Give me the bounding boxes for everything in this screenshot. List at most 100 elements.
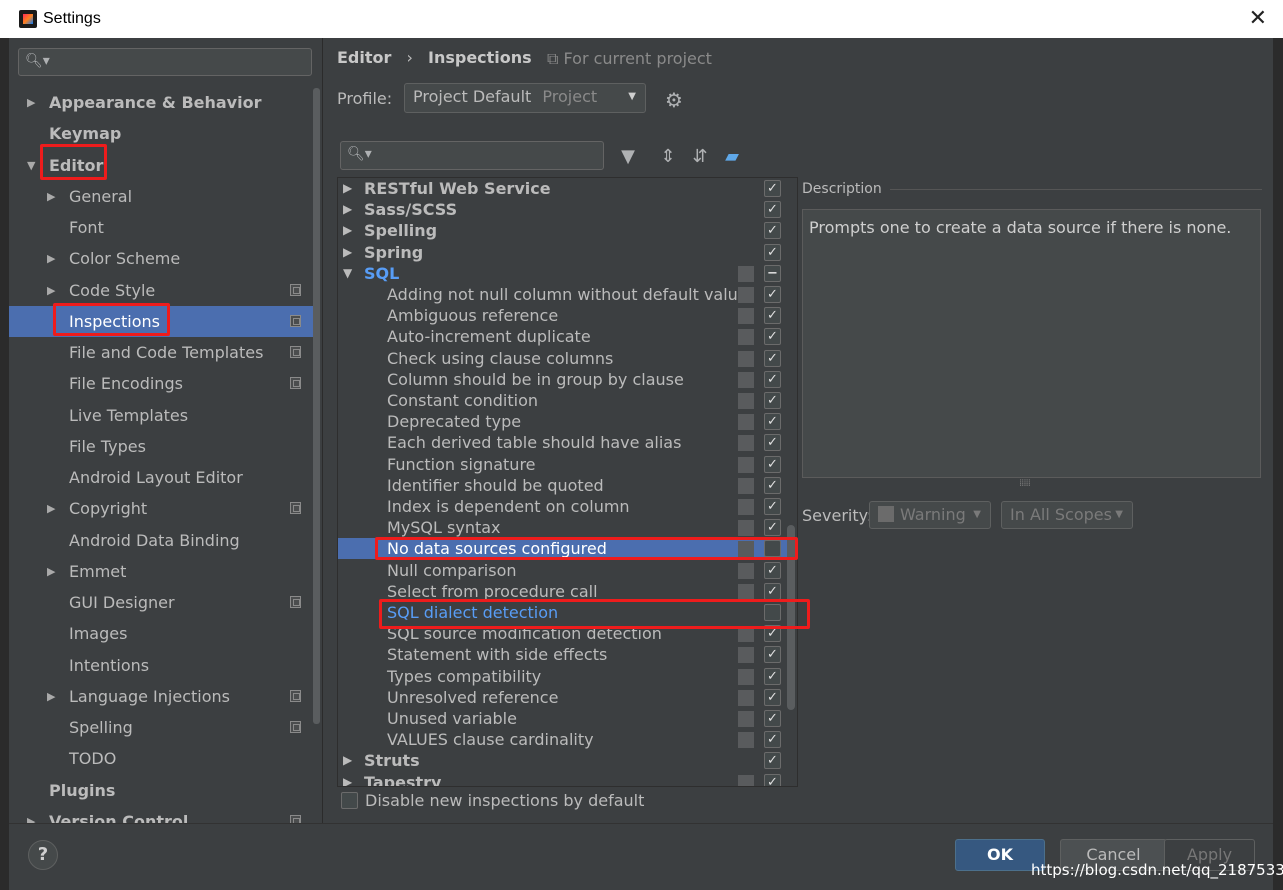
sidebar-item-editor[interactable]: ▼ Editor xyxy=(9,150,313,181)
inspection-enabled-checkbox[interactable]: ✓ xyxy=(764,201,781,219)
inspection-group-row[interactable]: ▼ SQL − xyxy=(338,263,797,284)
inspection-group-row[interactable]: ▶ Sass/SCSS ✓ xyxy=(338,199,797,220)
inspection-enabled-checkbox[interactable]: ✓ xyxy=(764,434,781,452)
inspection-enabled-checkbox[interactable]: ✓ xyxy=(764,731,781,749)
inspection-enabled-checkbox[interactable]: ✓ xyxy=(764,646,781,664)
collapse-all-icon[interactable]: ⇵ xyxy=(689,146,711,167)
checkbox-box[interactable] xyxy=(341,792,358,809)
inspection-enabled-checkbox[interactable]: ✓ xyxy=(764,307,781,325)
inspection-row[interactable]: Function signature ✓ xyxy=(338,454,797,475)
inspection-enabled-checkbox[interactable]: ✓ xyxy=(764,582,781,600)
inspection-enabled-checkbox[interactable]: ✓ xyxy=(764,476,781,494)
sidebar-item-language-injections[interactable]: ▶ Language Injections xyxy=(9,681,313,712)
inspection-enabled-checkbox[interactable]: ✓ xyxy=(764,498,781,515)
inspection-row[interactable]: MySQL syntax ✓ xyxy=(338,517,797,538)
inspection-enabled-checkbox[interactable]: ✓ xyxy=(764,222,781,240)
collapsed-arrow-icon[interactable]: ▶ xyxy=(27,87,35,118)
inspection-group-row[interactable]: ▶ Spring ✓ xyxy=(338,242,797,263)
sidebar-item-version-control[interactable]: ▶ Version Control xyxy=(9,806,313,823)
expanded-arrow-icon[interactable]: ▼ xyxy=(27,150,35,181)
splitter-handle[interactable]: ⁞⁞⁞⁞⁞ xyxy=(1019,478,1031,489)
inspection-row[interactable]: Null comparison ✓ xyxy=(338,560,797,581)
sidebar-item-spelling[interactable]: Spelling xyxy=(9,712,313,743)
inspection-enabled-checkbox[interactable]: ✓ xyxy=(764,180,781,197)
inspection-enabled-checkbox[interactable]: ✓ xyxy=(764,561,781,579)
filter-icon[interactable]: ▼ xyxy=(617,146,639,167)
inspection-row[interactable]: No data sources configured xyxy=(338,538,797,560)
inspection-enabled-checkbox[interactable]: ✓ xyxy=(764,243,781,261)
severity-dropdown[interactable]: Warning ▼ xyxy=(869,501,991,529)
inspection-enabled-checkbox[interactable]: ✓ xyxy=(764,773,781,786)
inspection-enabled-checkbox[interactable]: ✓ xyxy=(764,413,781,431)
inspection-enabled-checkbox[interactable]: ✓ xyxy=(764,625,781,643)
collapsed-arrow-icon[interactable]: ▶ xyxy=(47,556,55,587)
sidebar-item-copyright[interactable]: ▶ Copyright xyxy=(9,493,313,524)
eraser-icon[interactable]: ▰ xyxy=(721,146,743,167)
inspection-enabled-checkbox[interactable]: ✓ xyxy=(764,519,781,537)
disable-new-inspections-checkbox[interactable]: Disable new inspections by default xyxy=(341,791,644,810)
inspection-row[interactable]: Types compatibility ✓ xyxy=(338,666,797,687)
inspection-row[interactable]: Identifier should be quoted ✓ xyxy=(338,475,797,496)
scope-dropdown[interactable]: In All Scopes ▼ xyxy=(1001,501,1133,529)
sidebar-item-plugins[interactable]: Plugins xyxy=(9,775,313,806)
collapsed-arrow-icon[interactable]: ▶ xyxy=(47,681,55,712)
inspection-enabled-checkbox[interactable]: ✓ xyxy=(764,349,781,367)
sidebar-item-intentions[interactable]: Intentions xyxy=(9,650,313,681)
inspection-enabled-checkbox[interactable]: ✓ xyxy=(764,328,781,346)
sidebar-item-file-encodings[interactable]: File Encodings xyxy=(9,368,313,399)
collapsed-arrow-icon[interactable]: ▶ xyxy=(47,243,55,274)
gear-icon[interactable]: ⚙︎ xyxy=(665,88,683,112)
inspection-row[interactable]: SQL source modification detection ✓ xyxy=(338,623,797,644)
inspection-row[interactable]: SQL dialect detection xyxy=(338,602,797,623)
close-icon[interactable]: ✕ xyxy=(1249,5,1267,31)
inspection-row[interactable]: Each derived table should have alias ✓ xyxy=(338,432,797,453)
inspection-row[interactable]: Column should be in group by clause ✓ xyxy=(338,369,797,390)
inspections-search-input[interactable]: 🔍︎▾ xyxy=(340,141,604,170)
sidebar-item-emmet[interactable]: ▶ Emmet xyxy=(9,556,313,587)
inspection-enabled-checkbox[interactable]: ✓ xyxy=(764,752,781,770)
breadcrumb-editor[interactable]: Editor xyxy=(337,48,391,67)
inspection-row[interactable]: Constant condition ✓ xyxy=(338,390,797,411)
sidebar-item-keymap[interactable]: Keymap xyxy=(9,118,313,149)
collapsed-arrow-icon[interactable]: ▶ xyxy=(47,181,55,212)
inspection-enabled-checkbox[interactable]: ✓ xyxy=(764,688,781,706)
inspection-enabled-checkbox[interactable] xyxy=(764,540,781,558)
inspection-enabled-checkbox[interactable]: ✓ xyxy=(764,286,781,303)
inspection-row[interactable]: Unresolved reference ✓ xyxy=(338,687,797,708)
profile-dropdown[interactable]: Project Default Project ▼ xyxy=(404,83,646,113)
sidebar-item-file-types[interactable]: File Types xyxy=(9,431,313,462)
collapsed-arrow-icon[interactable]: ▶ xyxy=(47,493,55,524)
collapsed-arrow-icon[interactable]: ▶ xyxy=(343,750,352,771)
sidebar-item-android-layout-editor[interactable]: Android Layout Editor xyxy=(9,462,313,493)
inspection-group-row[interactable]: ▶ Struts ✓ xyxy=(338,750,797,771)
collapsed-arrow-icon[interactable]: ▶ xyxy=(27,806,35,823)
sidebar-item-file-and-code-templates[interactable]: File and Code Templates xyxy=(9,337,313,368)
collapsed-arrow-icon[interactable]: ▶ xyxy=(343,242,352,263)
sidebar-item-android-data-binding[interactable]: Android Data Binding xyxy=(9,525,313,556)
sidebar-item-code-style[interactable]: ▶ Code Style xyxy=(9,275,313,306)
sidebar-item-font[interactable]: Font xyxy=(9,212,313,243)
collapsed-arrow-icon[interactable]: ▶ xyxy=(47,275,55,306)
inspection-row[interactable]: Deprecated type ✓ xyxy=(338,411,797,432)
inspection-group-row[interactable]: ▶ RESTful Web Service ✓ xyxy=(338,178,797,199)
sidebar-item-todo[interactable]: TODO xyxy=(9,743,313,774)
collapsed-arrow-icon[interactable]: ▶ xyxy=(343,178,352,199)
sidebar-search-input[interactable]: 🔍︎▾ xyxy=(18,48,312,76)
sidebar-item-live-templates[interactable]: Live Templates xyxy=(9,400,313,431)
help-button[interactable]: ? xyxy=(28,840,58,870)
sidebar-item-inspections[interactable]: Inspections xyxy=(9,305,313,337)
sidebar-item-appearance-behavior[interactable]: ▶ Appearance & Behavior xyxy=(9,87,313,118)
inspection-enabled-checkbox[interactable]: ✓ xyxy=(764,455,781,473)
sidebar-scrollbar[interactable] xyxy=(313,88,320,724)
inspection-enabled-checkbox[interactable]: ✓ xyxy=(764,667,781,685)
inspection-row[interactable]: Ambiguous reference ✓ xyxy=(338,305,797,326)
collapsed-arrow-icon[interactable]: ▶ xyxy=(343,772,352,786)
expand-all-icon[interactable]: ⇕ xyxy=(657,146,679,167)
inspection-row[interactable]: Check using clause columns ✓ xyxy=(338,348,797,369)
collapsed-arrow-icon[interactable]: ▶ xyxy=(343,199,352,220)
sidebar-item-color-scheme[interactable]: ▶ Color Scheme xyxy=(9,243,313,274)
sidebar-item-images[interactable]: Images xyxy=(9,618,313,649)
sidebar-item-general[interactable]: ▶ General xyxy=(9,181,313,212)
inspection-enabled-checkbox[interactable]: ✓ xyxy=(764,370,781,388)
inspection-row[interactable]: Unused variable ✓ xyxy=(338,708,797,729)
